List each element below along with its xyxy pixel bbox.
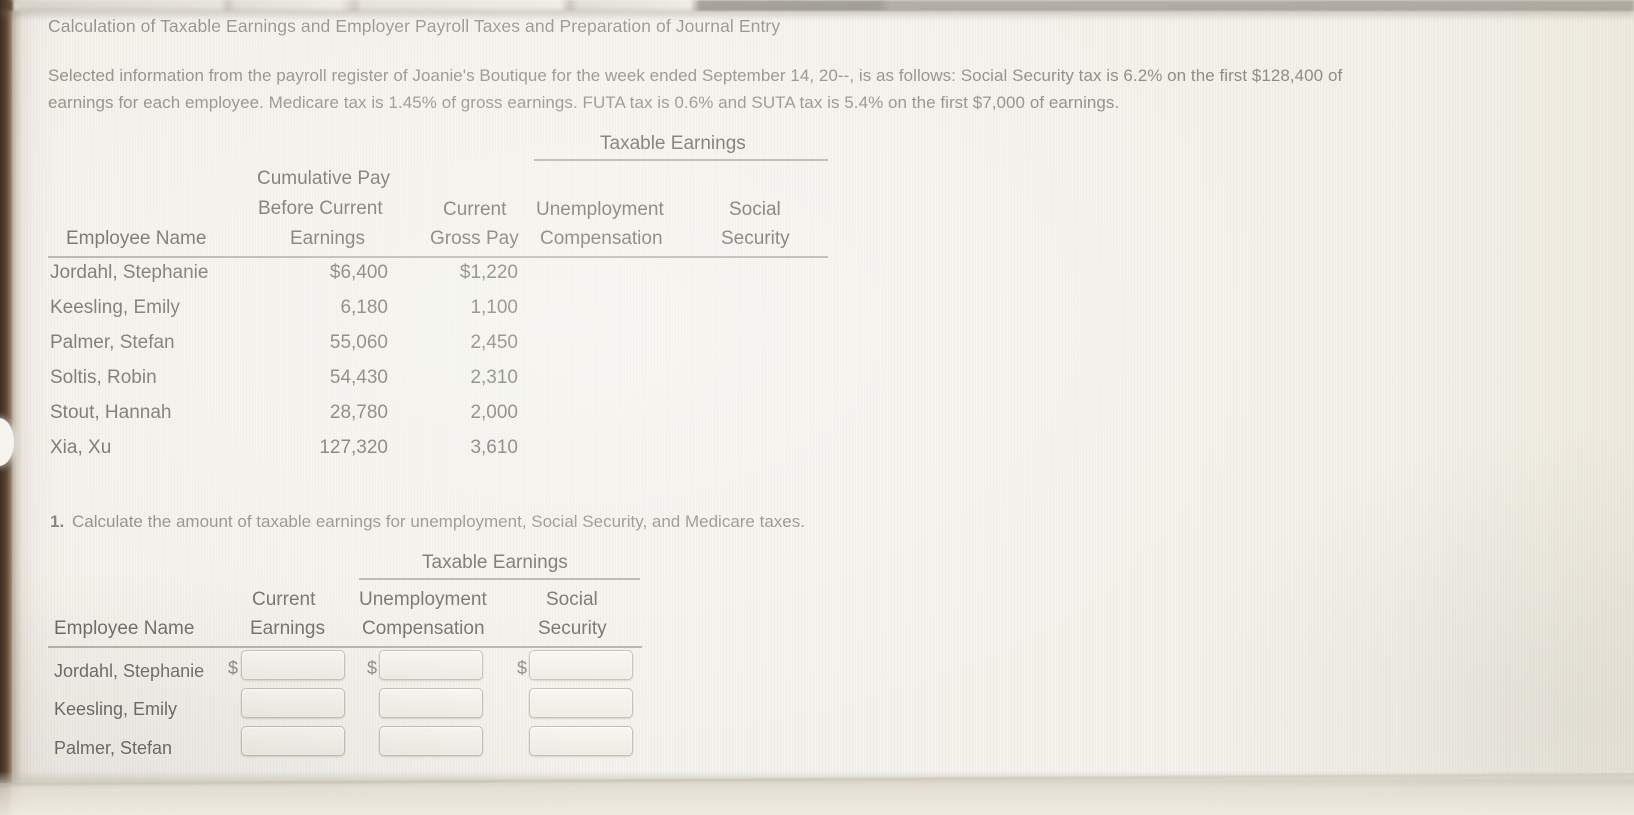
reference-header-current-line2: Gross Pay <box>430 228 519 249</box>
answer-header-employee-name: Employee Name <box>54 618 195 639</box>
reference-cell-cumulative: 55,060 <box>329 332 388 353</box>
reference-header-social-line2: Security <box>721 228 790 249</box>
input-current-earnings-row-2[interactable] <box>241 688 345 718</box>
question-number: 1. <box>50 512 65 531</box>
input-current-earnings-row-3[interactable] <box>241 726 345 756</box>
question-text: Calculate the amount of taxable earnings… <box>72 512 805 531</box>
reference-cell-gross: $1,220 <box>459 262 518 283</box>
input-unemployment-compensation-row-3[interactable] <box>379 726 483 756</box>
reference-header-cumulative-line3: Earnings <box>290 228 365 249</box>
reference-cell-cumulative: $6,400 <box>329 262 388 283</box>
intro-paragraph-line-2: earnings for each employee. Medicare tax… <box>48 93 1120 112</box>
reference-cell-gross: 2,310 <box>470 367 518 388</box>
reference-cell-name: Palmer, Stefan <box>50 332 175 353</box>
answer-header-social-line2: Security <box>538 618 607 639</box>
input-social-security-row-3[interactable] <box>529 726 633 756</box>
reference-cell-name: Jordahl, Stephanie <box>50 262 209 283</box>
reference-header-current-line1: Current <box>443 199 507 220</box>
reference-cell-cumulative: 127,320 <box>319 437 388 458</box>
currency-symbol-social: $ <box>517 658 528 678</box>
reference-table-header-rule <box>48 256 828 258</box>
input-unemployment-compensation-row-1[interactable] <box>379 650 483 680</box>
answer-header-current-line2: Earnings <box>250 618 325 639</box>
reference-cell-name: Stout, Hannah <box>50 402 172 423</box>
answer-header-current-line1: Current <box>252 589 316 610</box>
reference-cell-gross: 3,610 <box>470 437 518 458</box>
reference-table-group-header: Taxable Earnings <box>600 133 746 154</box>
input-current-earnings-row-1[interactable] <box>241 650 345 680</box>
answer-table-group-rule <box>359 578 640 580</box>
reference-cell-cumulative: 54,430 <box>329 367 388 388</box>
reference-cell-name: Xia, Xu <box>50 437 112 458</box>
answer-header-unemployment-line2: Compensation <box>362 618 485 639</box>
reference-header-unemployment-line1: Unemployment <box>536 199 664 220</box>
reference-header-unemployment-line2: Compensation <box>540 228 663 249</box>
reference-cell-cumulative: 6,180 <box>340 297 388 318</box>
currency-symbol-unemployment: $ <box>367 658 378 678</box>
answer-header-unemployment-line1: Unemployment <box>359 589 487 610</box>
page-title: Calculation of Taxable Earnings and Empl… <box>48 16 781 36</box>
input-social-security-row-2[interactable] <box>529 688 633 718</box>
reference-header-cumulative-line1: Cumulative Pay <box>257 168 391 189</box>
intro-paragraph-line-1: Selected information from the payroll re… <box>48 66 1343 85</box>
answer-cell-name: Palmer, Stefan <box>54 738 173 758</box>
reference-header-social-line1: Social <box>729 199 781 220</box>
answer-cell-name: Keesling, Emily <box>54 699 178 719</box>
reference-table-group-rule <box>534 159 828 161</box>
document-content: Calculation of Taxable Earnings and Empl… <box>0 0 1634 815</box>
reference-cell-gross: 2,450 <box>470 332 518 353</box>
reference-cell-name: Keesling, Emily <box>50 297 180 318</box>
answer-header-social-line1: Social <box>546 589 598 610</box>
reference-cell-gross: 1,100 <box>470 297 518 318</box>
input-unemployment-compensation-row-2[interactable] <box>379 688 483 718</box>
answer-table-group-header: Taxable Earnings <box>422 552 568 573</box>
currency-symbol-current: $ <box>228 658 239 678</box>
reference-cell-gross: 2,000 <box>470 402 518 423</box>
answer-cell-name: Jordahl, Stephanie <box>54 661 205 681</box>
input-social-security-row-1[interactable] <box>529 650 633 680</box>
reference-header-cumulative-line2: Before Current <box>258 198 383 219</box>
reference-header-employee-name: Employee Name <box>66 228 207 249</box>
answer-table-header-rule <box>48 646 642 648</box>
reference-cell-cumulative: 28,780 <box>329 402 388 423</box>
reference-cell-name: Soltis, Robin <box>50 367 157 388</box>
